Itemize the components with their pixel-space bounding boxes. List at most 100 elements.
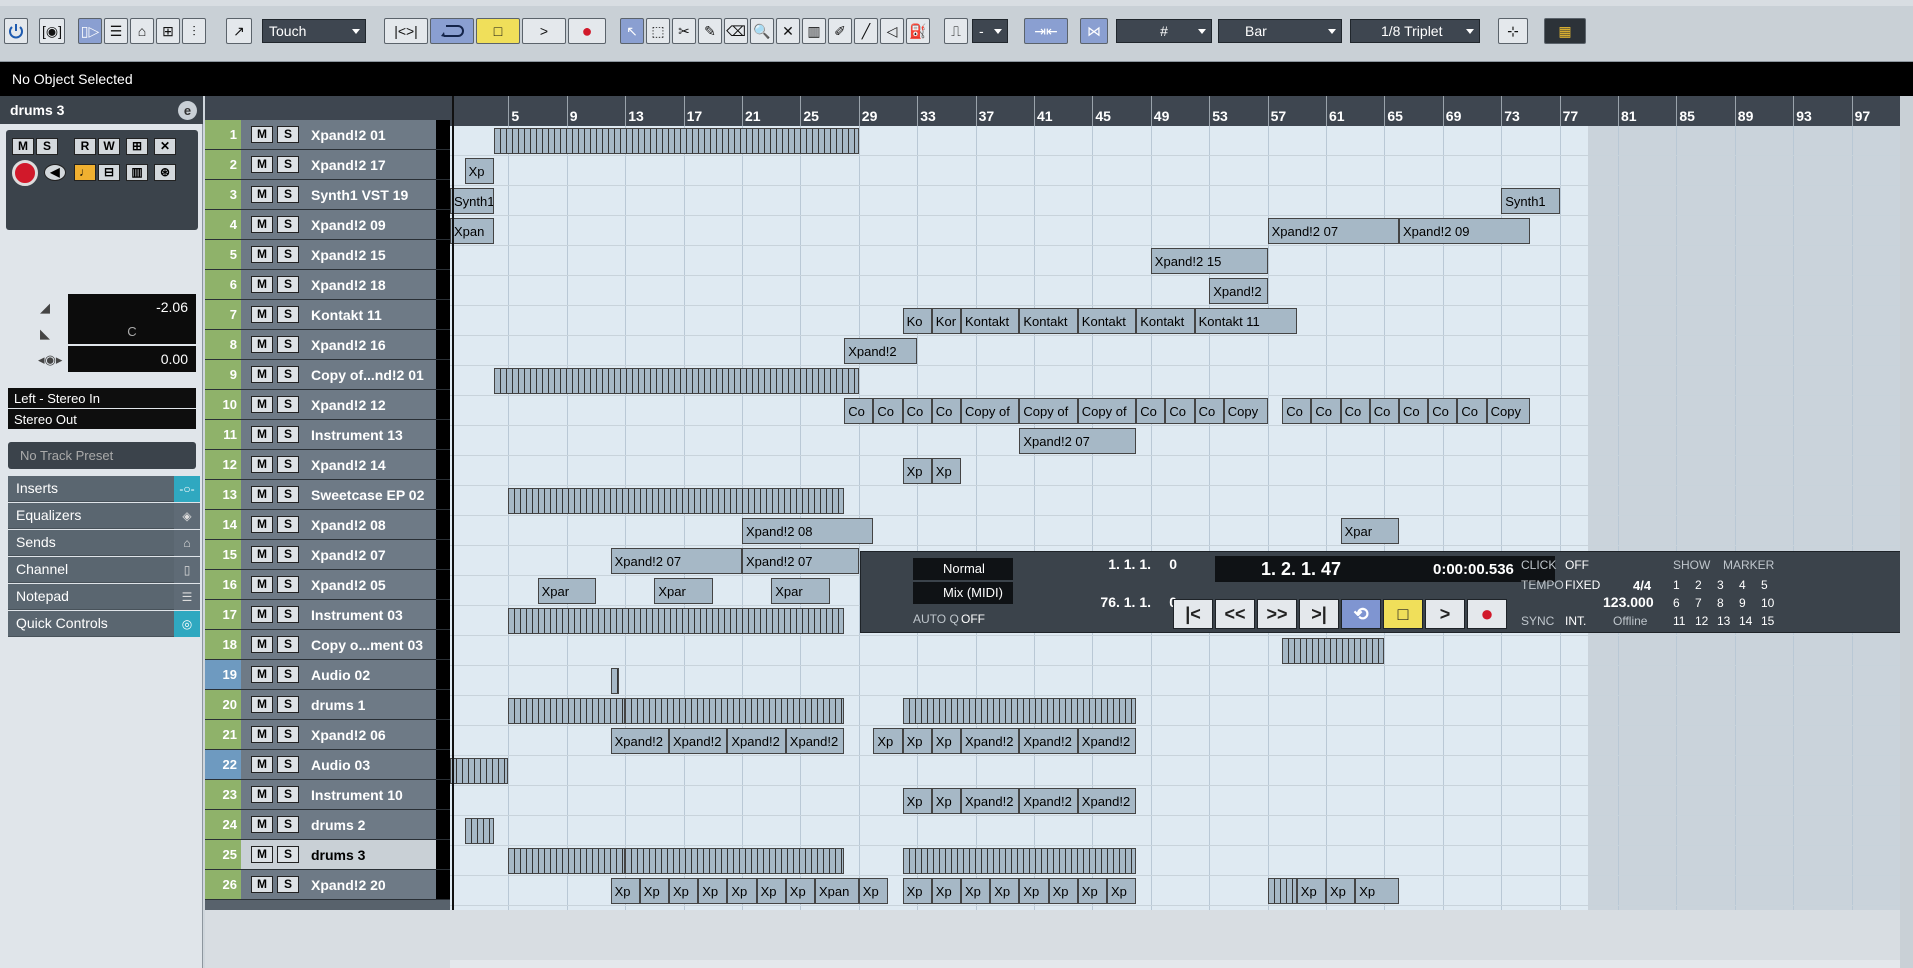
event-part[interactable]: Co: [1311, 398, 1341, 424]
track-mute-button[interactable]: M: [251, 396, 273, 413]
track-mute-button[interactable]: M: [251, 126, 273, 143]
comp-tool-icon[interactable]: ▥: [802, 18, 826, 44]
event-part[interactable]: [464, 818, 494, 844]
track-solo-button[interactable]: S: [277, 846, 299, 863]
event-part[interactable]: Xp: [961, 878, 991, 904]
marker-button[interactable]: 1: [1673, 578, 1680, 592]
event-part[interactable]: Xpand!2: [1209, 278, 1268, 304]
track-solo-button[interactable]: S: [277, 276, 299, 293]
event-part[interactable]: Xp: [1077, 878, 1107, 904]
track-mute-button[interactable]: M: [251, 486, 273, 503]
event-part[interactable]: Xpar: [537, 578, 596, 604]
left-locator-sub[interactable]: 0: [1151, 556, 1177, 576]
play-tool-icon[interactable]: ◁: [880, 18, 904, 44]
track-mute-button[interactable]: M: [251, 546, 273, 563]
rewind-button[interactable]: <<: [1215, 599, 1255, 629]
event-part[interactable]: Xp: [990, 878, 1020, 904]
track-row[interactable]: 11 M S Instrument 13: [205, 420, 450, 450]
snap-on-off-button[interactable]: ⋈: [1080, 18, 1108, 44]
autoq-value[interactable]: OFF: [961, 612, 985, 626]
track-solo-button[interactable]: S: [277, 426, 299, 443]
cycle-button[interactable]: [430, 18, 474, 44]
track-solo-button[interactable]: S: [277, 576, 299, 593]
marker-button[interactable]: 12: [1695, 614, 1708, 628]
event-part[interactable]: Xp: [639, 878, 669, 904]
marker-button[interactable]: 3: [1717, 578, 1724, 592]
event-part[interactable]: Xp: [1326, 878, 1356, 904]
event-part[interactable]: Ko: [902, 308, 932, 334]
edit-instrument-icon[interactable]: ⊞: [126, 138, 148, 155]
track-solo-button[interactable]: S: [277, 216, 299, 233]
track-mute-button[interactable]: M: [251, 576, 273, 593]
event-part[interactable]: [450, 758, 509, 784]
track-row[interactable]: 19 M S Audio 02: [205, 660, 450, 690]
track-mute-button[interactable]: M: [251, 756, 273, 773]
track-row[interactable]: 4 M S Xpand!2 09: [205, 210, 450, 240]
event-part[interactable]: Xpand!2 07: [1019, 428, 1137, 454]
event-part[interactable]: [508, 488, 845, 514]
track-row[interactable]: 7 M S Kontakt 11: [205, 300, 450, 330]
marker-button[interactable]: 6: [1673, 596, 1680, 610]
track-solo-button[interactable]: S: [277, 756, 299, 773]
tempo-mode[interactable]: FIXED: [1565, 578, 1600, 592]
event-part[interactable]: Xpand!2: [669, 728, 728, 754]
solo-button[interactable]: S: [36, 138, 58, 155]
show-label[interactable]: SHOW: [1673, 558, 1710, 572]
track-mute-button[interactable]: M: [251, 726, 273, 743]
event-part[interactable]: Xp: [785, 878, 815, 904]
event-part[interactable]: Xpand!2 07: [1267, 218, 1399, 244]
section-equalizers[interactable]: Equalizers ◈: [8, 503, 200, 529]
event-part[interactable]: [1282, 638, 1385, 664]
event-part[interactable]: Xpar: [654, 578, 713, 604]
event-part[interactable]: [1267, 878, 1297, 904]
track-solo-button[interactable]: S: [277, 336, 299, 353]
track-row[interactable]: 16 M S Xpand!2 05: [205, 570, 450, 600]
click-value[interactable]: OFF: [1565, 558, 1589, 572]
event-part[interactable]: Xpand!2 07: [610, 548, 742, 574]
event-part[interactable]: Kontakt: [1136, 308, 1195, 334]
event-part[interactable]: [493, 368, 859, 394]
mute-button[interactable]: M: [12, 138, 34, 155]
event-part[interactable]: Xp: [1355, 878, 1399, 904]
track-row[interactable]: 23 M S Instrument 10: [205, 780, 450, 810]
event-part[interactable]: [508, 698, 626, 724]
marker-button[interactable]: 13: [1717, 614, 1730, 628]
track-row[interactable]: 5 M S Xpand!2 15: [205, 240, 450, 270]
primary-time-display[interactable]: 1. 2. 1. 47: [1215, 556, 1395, 582]
window-layout-button[interactable]: ⌂: [130, 18, 154, 44]
ruler[interactable]: 5 9 13 17 21 25 29 33 37 41 45 49 53 57 61 65 69 73 77 81 85…: [450, 96, 1900, 126]
event-part[interactable]: Xp: [858, 878, 888, 904]
event-part[interactable]: [625, 698, 845, 724]
track-row[interactable]: 13 M S Sweetcase EP 02: [205, 480, 450, 510]
event-part[interactable]: [610, 668, 619, 694]
monitor-button[interactable]: ◀: [44, 164, 66, 181]
delay-field[interactable]: 0.00: [68, 346, 196, 372]
event-part[interactable]: Xpand!2 08: [742, 518, 874, 544]
show-filter-button[interactable]: ☰: [104, 18, 128, 44]
event-part[interactable]: Xp: [902, 728, 932, 754]
activate-project-button[interactable]: [4, 18, 28, 44]
event-part[interactable]: [508, 848, 626, 874]
event-part[interactable]: Xp: [727, 878, 757, 904]
track-row[interactable]: 20 M Sdrums 1: [205, 690, 450, 720]
time-base-icon[interactable]: ♩: [74, 164, 96, 181]
track-solo-button[interactable]: S: [277, 786, 299, 803]
section-sends[interactable]: Sends ⌂: [8, 530, 200, 556]
line-tool-icon[interactable]: ╱: [854, 18, 878, 44]
track-solo-button[interactable]: S: [277, 456, 299, 473]
event-part[interactable]: Co: [1369, 398, 1399, 424]
event-part[interactable]: Xpand!2: [961, 788, 1020, 814]
bypass-icon[interactable]: ✕: [154, 138, 176, 155]
event-part[interactable]: Xpand!2: [610, 728, 669, 754]
erase-tool-icon[interactable]: ⌫: [724, 18, 748, 44]
marker-button[interactable]: 7: [1695, 596, 1702, 610]
track-mute-button[interactable]: M: [251, 426, 273, 443]
quantize-select[interactable]: 1/8 Triplet: [1350, 19, 1480, 43]
event-part[interactable]: Xp: [756, 878, 786, 904]
record-enable-button[interactable]: [12, 160, 38, 186]
event-part[interactable]: Xp: [902, 788, 932, 814]
section-quick-controls[interactable]: Quick Controls ◎: [8, 611, 200, 637]
track-solo-button[interactable]: S: [277, 486, 299, 503]
go-to-start-button[interactable]: |<>|: [384, 18, 428, 44]
event-part[interactable]: Xp: [698, 878, 728, 904]
